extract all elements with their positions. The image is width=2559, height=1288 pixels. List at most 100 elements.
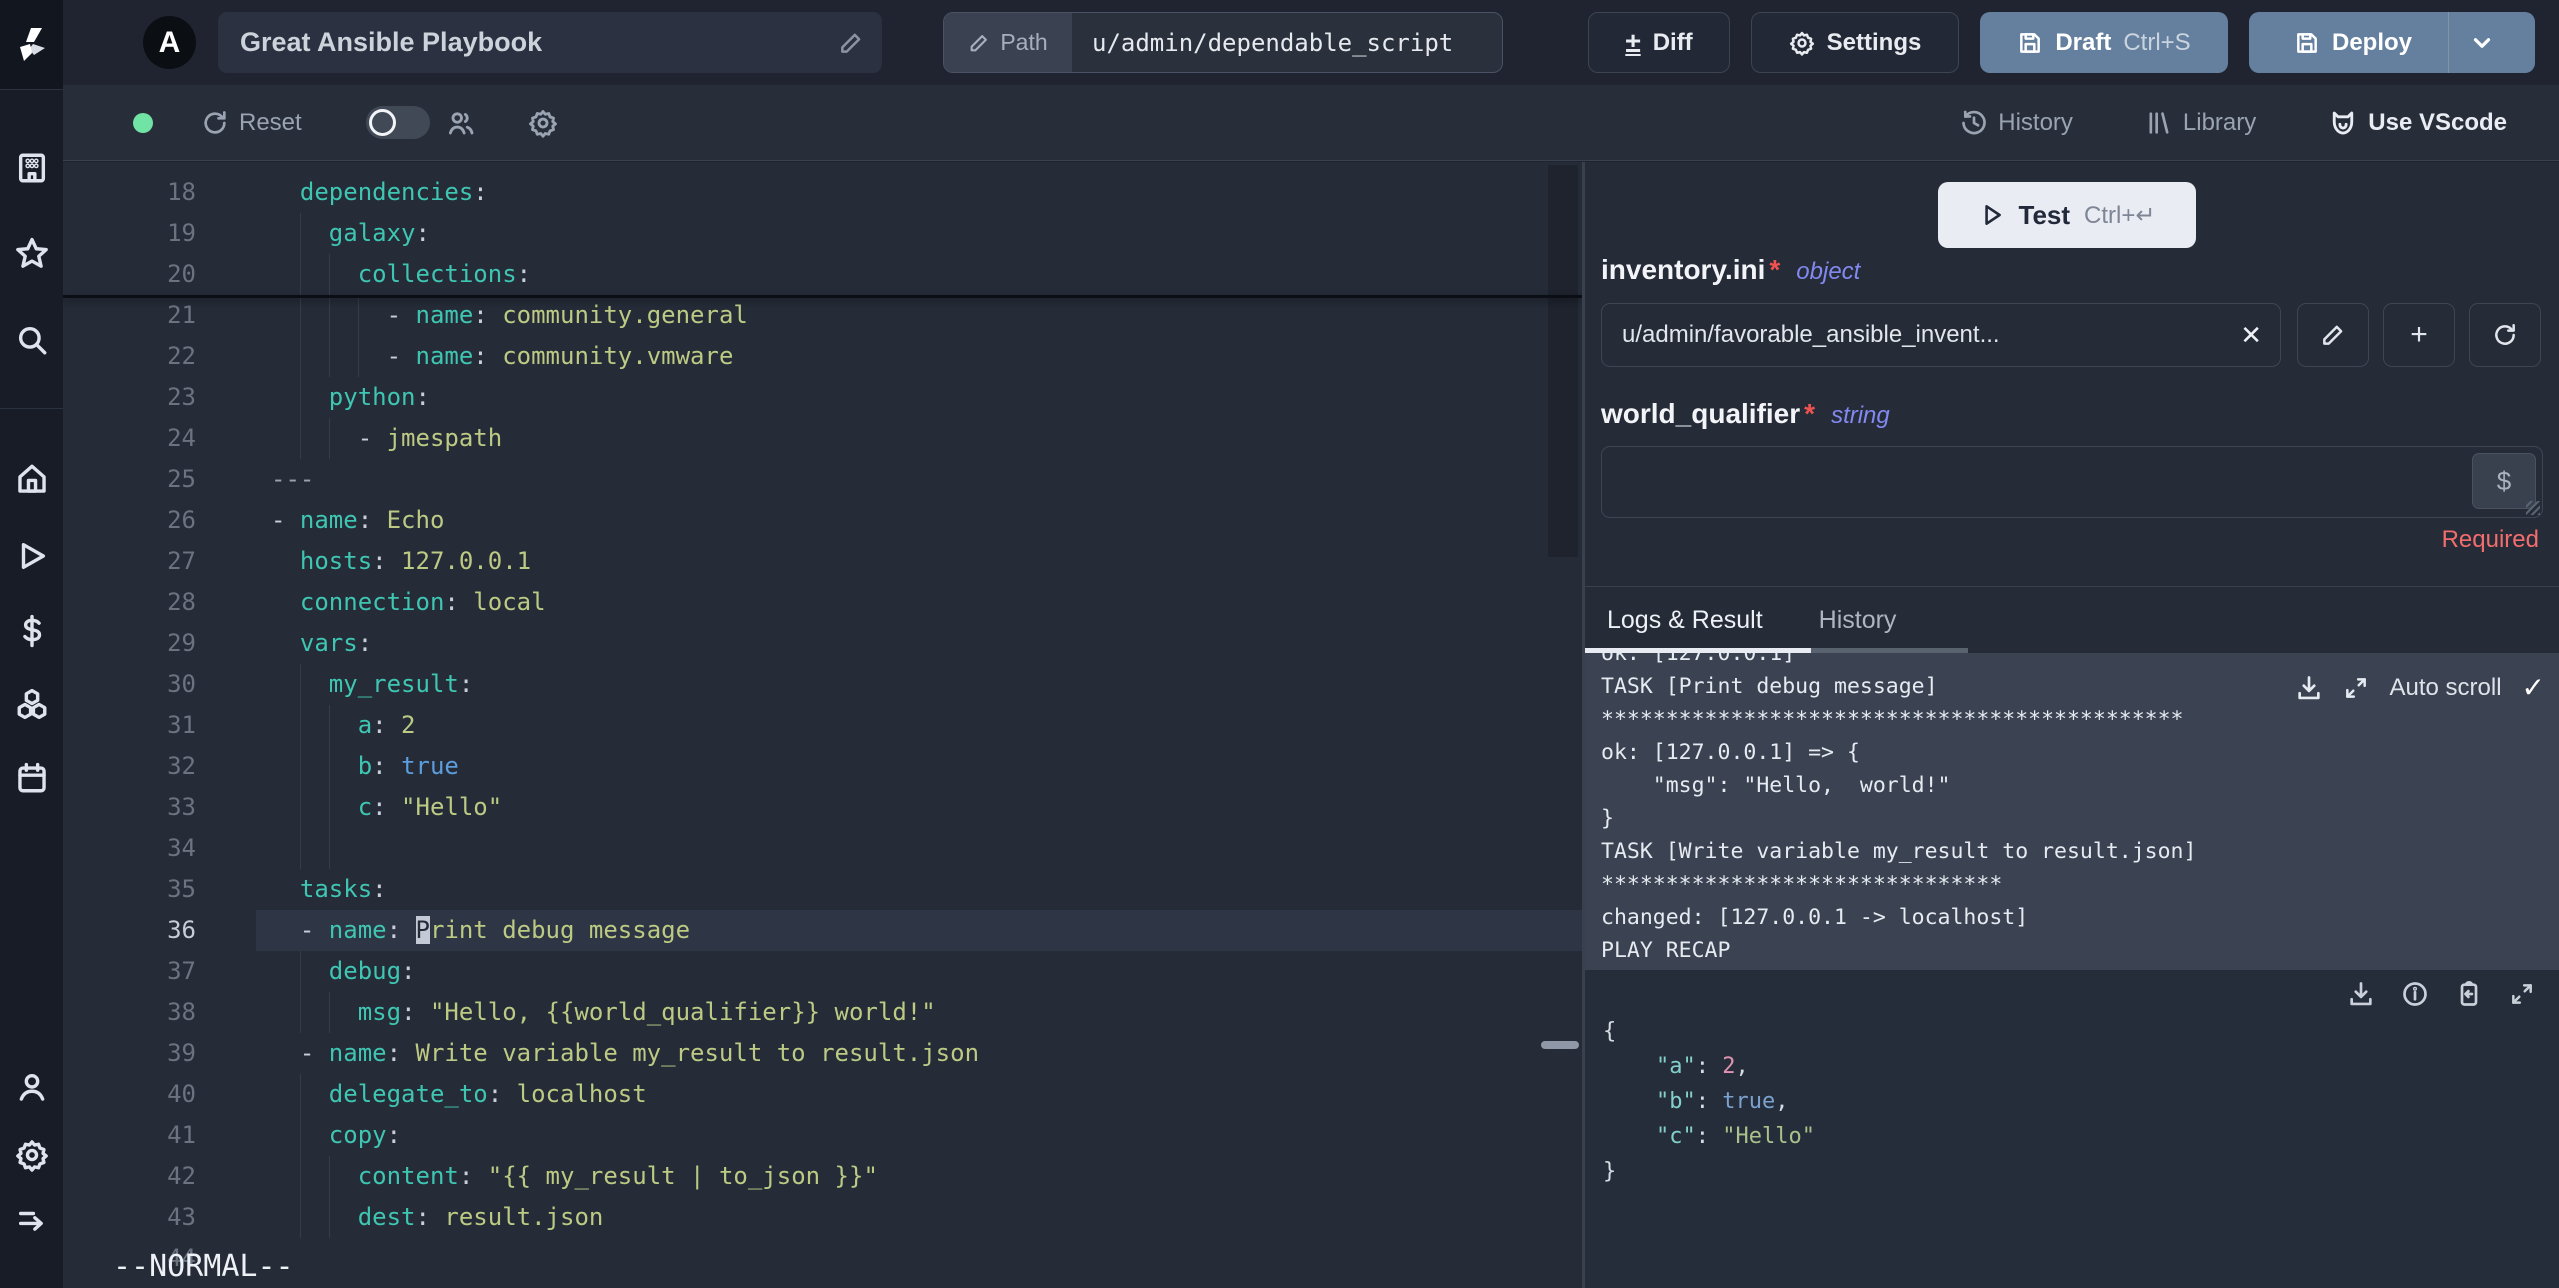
deploy-button[interactable]: Deploy [2270, 12, 2436, 73]
indent-guide [328, 418, 330, 459]
line-number: 19 [167, 219, 196, 247]
code-line[interactable]: 41 copy: [63, 1115, 1582, 1156]
line-number: 27 [167, 547, 196, 575]
schedules-calendar-icon[interactable] [0, 750, 63, 806]
history-label: History [1998, 108, 2073, 136]
deploy-dropdown-button[interactable] [2448, 12, 2514, 73]
diff-button[interactable]: ± Diff [1588, 12, 1730, 73]
workspace-icon[interactable] [0, 140, 63, 196]
variables-dollar-icon[interactable] [0, 603, 63, 659]
path-value: u/admin/dependable_script [1092, 28, 1454, 57]
workspace-settings-gear-icon[interactable] [0, 1127, 63, 1183]
indent-guide [299, 746, 301, 787]
resize-corner[interactable] [2526, 501, 2540, 515]
indent-guide [299, 336, 301, 377]
logs-pane[interactable]: ok: [127.0.0.1] TASK [Print debug message… [1585, 653, 2559, 970]
download-logs-icon[interactable] [2295, 674, 2323, 702]
tab-logs-result[interactable]: Logs & Result [1607, 606, 1763, 649]
settings-button[interactable]: Settings [1751, 12, 1959, 73]
code-line[interactable]: 42 content: "{{ my_result | to_json }}" [63, 1156, 1582, 1197]
code-line[interactable]: 28 connection: local [63, 582, 1582, 623]
history-button[interactable]: History [1960, 109, 2073, 137]
code-line[interactable]: 38 msg: "Hello, {{world_qualifier}} worl… [63, 992, 1582, 1033]
code-line[interactable]: 23 python: [63, 377, 1582, 418]
collaborators-button[interactable] [446, 108, 476, 138]
edit-resource-button[interactable] [2297, 303, 2369, 367]
edit-title-pencil-icon[interactable] [838, 30, 864, 56]
code-line[interactable]: 20 collections: [63, 254, 1582, 295]
search-icon[interactable] [0, 312, 63, 368]
code-line[interactable]: 27 hosts: 127.0.0.1 [63, 541, 1582, 582]
code-line[interactable]: 35 tasks: [63, 869, 1582, 910]
indent-guide [299, 254, 301, 295]
test-button[interactable]: Test Ctrl+↵ [1938, 182, 2196, 248]
code-line[interactable]: 21 - name: community.general [63, 295, 1582, 336]
info-icon[interactable] [2401, 980, 2429, 1008]
ansible-logo-avatar: A [143, 16, 196, 69]
indent-guide [299, 992, 301, 1033]
editor-scrollbar[interactable] [1548, 165, 1578, 557]
logout-icon[interactable] [0, 1194, 63, 1250]
code-line[interactable]: 37 debug: [63, 951, 1582, 992]
indent-guide [299, 787, 301, 828]
code-line[interactable]: 33 c: "Hello" [63, 787, 1582, 828]
windmill-logo[interactable] [0, 0, 63, 90]
panel-splitter[interactable] [1582, 162, 1585, 1288]
world-qualifier-textarea[interactable]: $ [1601, 446, 2543, 518]
code-line[interactable]: 32 b: true [63, 746, 1582, 787]
code-line[interactable]: 19 galaxy: [63, 213, 1582, 254]
status-dot [133, 112, 153, 133]
autoscroll-check-icon[interactable]: ✓ [2522, 671, 2545, 704]
field-name: world_qualifier [1601, 398, 1801, 429]
indent-guide [328, 336, 330, 377]
runs-play-icon[interactable] [0, 528, 63, 584]
code-line[interactable]: 39 - name: Write variable my_result to r… [63, 1033, 1582, 1074]
diff-mode-toggle[interactable] [365, 106, 430, 139]
code-line[interactable]: 26- name: Echo [63, 500, 1582, 541]
inventory-resource-input[interactable]: u/admin/favorable_ansible_invent... ✕ [1601, 303, 2281, 367]
code-editor[interactable]: 18 dependencies: 19 galaxy: 20 collections… [63, 162, 1582, 1288]
clear-x-icon[interactable]: ✕ [2240, 322, 2262, 348]
expand-result-icon[interactable] [2509, 981, 2535, 1007]
account-person-icon[interactable] [0, 1059, 63, 1115]
code-line[interactable]: 40 delegate_to: localhost [63, 1074, 1582, 1115]
use-vscode-label: Use VScode [2368, 108, 2507, 136]
library-label: Library [2182, 108, 2257, 136]
draft-button[interactable]: Draft Ctrl+S [1980, 12, 2228, 73]
line-number: 42 [167, 1162, 196, 1190]
editor-settings-button[interactable] [528, 108, 558, 138]
code-line[interactable]: 25 --- [63, 459, 1582, 500]
download-result-icon[interactable] [2347, 980, 2375, 1008]
add-resource-button[interactable]: + [2383, 303, 2455, 367]
code-line[interactable]: 22 - name: community.vmware [63, 336, 1582, 377]
history-clock-icon [1962, 110, 1987, 134]
indent-guide [328, 254, 330, 295]
code-line[interactable]: 18 dependencies: [63, 172, 1582, 213]
favorites-star-icon[interactable] [0, 225, 63, 281]
code-line[interactable]: 29 vars: [63, 623, 1582, 664]
reset-button[interactable]: Reset [201, 109, 302, 137]
code-line[interactable]: 43 dest: result.json [63, 1197, 1582, 1238]
line-number: 34 [167, 834, 196, 862]
library-button[interactable]: Library [2145, 109, 2256, 137]
resources-cubes-icon[interactable] [0, 676, 63, 732]
code-line[interactable]: 31 a: 2 [63, 705, 1582, 746]
indent-guide [328, 1197, 330, 1238]
refresh-resource-button[interactable] [2469, 303, 2541, 367]
deploy-label: Deploy [2331, 28, 2412, 56]
library-icon [2149, 111, 2169, 134]
script-title-input[interactable]: Great Ansible Playbook [218, 12, 882, 73]
copy-clipboard-icon[interactable] [2455, 980, 2483, 1008]
field-name: inventory.ini [1601, 254, 1766, 285]
expand-logs-icon[interactable] [2343, 675, 2369, 701]
tab-history[interactable]: History [1819, 606, 1897, 649]
use-vscode-button[interactable]: Use VScode [2328, 108, 2507, 138]
home-icon[interactable] [0, 451, 63, 507]
path-field[interactable]: Path u/admin/dependable_script [943, 12, 1503, 73]
code-line[interactable]: 34 [63, 828, 1582, 869]
code-line[interactable]: 24 - jmespath [63, 418, 1582, 459]
splitter-drag-handle[interactable] [1541, 1041, 1579, 1049]
draft-shortcut: Ctrl+S [2123, 28, 2191, 56]
code-line[interactable]: 30 my_result: [63, 664, 1582, 705]
code-line[interactable]: 36 - name: Print debug message [63, 910, 1582, 951]
